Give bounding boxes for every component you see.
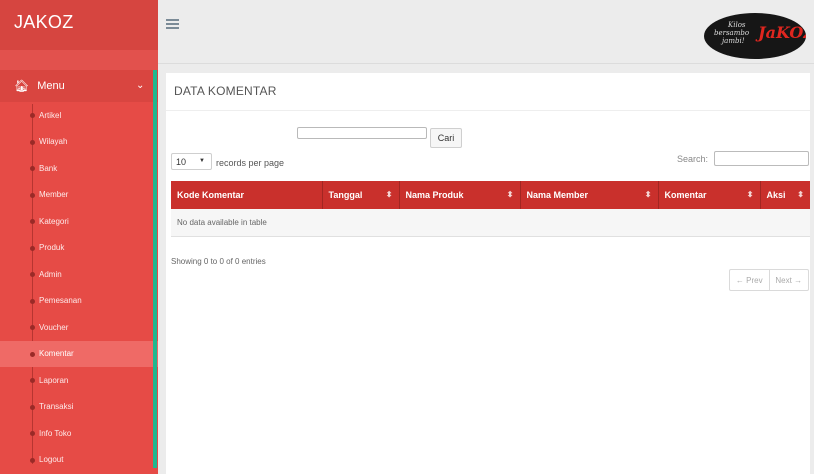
column-header-aksi[interactable]: Aksi ⬍ [760,181,810,209]
bullet-icon [30,378,35,383]
bullet-icon [30,404,35,410]
logo-mark: JaKOZ [758,23,806,42]
sidebar-item-label: Laporan [39,375,69,385]
sidebar-item-kategori[interactable]: Kategori [0,208,158,235]
sort-icon: ⬍ [385,190,393,199]
sidebar-accent-bar [153,70,157,468]
bullet-icon [30,298,35,304]
menu-toggle[interactable]: 🏠︎ Menu ⌄ [0,70,158,102]
sort-icon: ⬍ [644,190,652,199]
column-header-nama-produk[interactable]: Nama Produk ⬍ [399,181,521,209]
content-panel: DATA KOMENTAR Cari 10 ▼ records per page… [166,73,810,474]
caret-down-icon: ▼ [199,158,205,164]
records-per-page-select[interactable]: 10 ▼ [171,153,212,170]
column-label: Nama Produk [405,190,464,200]
hamburger-menu-icon[interactable] [166,19,179,29]
komentar-table: Kode Komentar Tanggal ⬍ Nama Produk ⬍ Nama… [171,181,810,237]
column-header-komentar[interactable]: Komentar ⬍ [658,181,761,209]
sidebar-item-label: Info Toko [39,428,72,438]
bullet-icon [30,351,35,357]
column-header-tanggal[interactable]: Tanggal ⬍ [322,181,400,209]
sidebar-item-member[interactable]: Member [0,182,158,209]
sidebar-item-label: Kategori [39,216,69,226]
sidebar-item-transaksi[interactable]: Transaksi [0,394,158,421]
sidebar-item-label: Voucher [39,322,69,332]
home-icon: 🏠︎ [14,79,30,93]
bullet-icon [30,431,35,436]
sidebar-item-admin[interactable]: Admin [0,261,158,288]
sidebar-item-label: Admin [39,269,62,279]
bullet-icon [30,325,35,330]
menu-list: Artikel Wilayah Bank Member Kategori Produk Ad… [0,102,158,473]
bullet-icon [30,245,35,251]
sidebar-item-komentar[interactable]: Komentar [0,340,158,367]
app-frame: JAKOZ 🏠︎ Menu ⌄ Artikel Wilayah Bank Member… [0,0,814,474]
bullet-icon [30,192,35,198]
table-search-label: Search: [677,154,709,164]
sidebar-item-laporan[interactable]: Laporan [0,367,158,394]
sidebar-item-label: Produk [39,243,65,253]
records-per-page-value: 10 [176,156,187,167]
sidebar-item-label: Member [39,190,69,200]
sidebar-item-info-toko[interactable]: Info Toko [0,420,158,447]
bullet-icon [30,457,35,463]
column-label: Aksi [766,190,786,200]
column-label: Kode Komentar [177,190,245,200]
sidebar-item-label: Bank [39,163,58,173]
bullet-icon [30,139,35,145]
brand-divider [0,50,158,70]
sidebar-item-label: Logout [39,455,64,465]
sidebar: JAKOZ 🏠︎ Menu ⌄ Artikel Wilayah Bank Member… [0,0,158,474]
sidebar-item-produk[interactable]: Produk [0,235,158,262]
column-label: Tanggal [328,190,363,200]
logo-line: jambi! [722,37,745,45]
records-per-page-label: records per page [216,158,285,168]
sidebar-item-label: Wilayah [39,137,68,147]
chevron-down-icon: ⌄ [136,80,145,91]
title-divider [166,110,810,111]
sort-icon: ⬍ [797,190,804,199]
column-label: Nama Member [526,190,589,200]
column-header-kode-komentar[interactable]: Kode Komentar [171,181,323,209]
search-input[interactable] [297,127,427,139]
column-header-nama-member[interactable]: Nama Member ⬍ [520,181,659,209]
bullet-icon [30,113,35,118]
sidebar-item-pemesanan[interactable]: Pemesanan [0,288,158,315]
sidebar-item-bank[interactable]: Bank [0,155,158,182]
table-header-row: Kode Komentar Tanggal ⬍ Nama Produk ⬍ Nama… [171,181,810,209]
sidebar-item-logout[interactable]: Logout [0,447,158,474]
bullet-icon [30,166,35,171]
brand-title[interactable]: JAKOZ [0,0,158,50]
logo-line: Kilos [728,21,746,29]
sidebar-item-label: Komentar [39,349,74,359]
table-info: Showing 0 to 0 of 0 entries [171,257,266,266]
pagination: ← Prev Next → [729,269,809,291]
prev-page-button[interactable]: ← Prev [730,270,770,290]
page-title: DATA KOMENTAR [174,84,277,98]
logo-tagline: Kilos bersambo jambi! [714,21,749,45]
sidebar-item-artikel[interactable]: Artikel [0,102,158,129]
sidebar-item-wilayah[interactable]: Wilayah [0,129,158,156]
next-page-button[interactable]: Next → [770,270,809,290]
sort-icon: ⬍ [506,190,514,199]
table-search-input[interactable] [714,151,809,166]
table-row: No data available in table [171,209,810,237]
sidebar-item-label: Pemesanan [39,296,82,306]
logo-line: bersambo [714,29,750,37]
bullet-icon [30,219,35,224]
search-button[interactable]: Cari [430,128,462,148]
sidebar-item-voucher[interactable]: Voucher [0,314,158,341]
sort-icon: ⬍ [746,190,754,199]
column-label: Komentar [664,190,707,200]
topbar: Kilos bersambo jambi! JaKOZ [158,0,814,64]
sidebar-item-label: Transaksi [39,402,74,412]
empty-table-message: No data available in table [171,209,810,237]
sidebar-item-label: Artikel [39,110,62,120]
bullet-icon [30,272,35,277]
brand-logo: Kilos bersambo jambi! JaKOZ [704,13,806,59]
menu-label: Menu [37,80,65,92]
